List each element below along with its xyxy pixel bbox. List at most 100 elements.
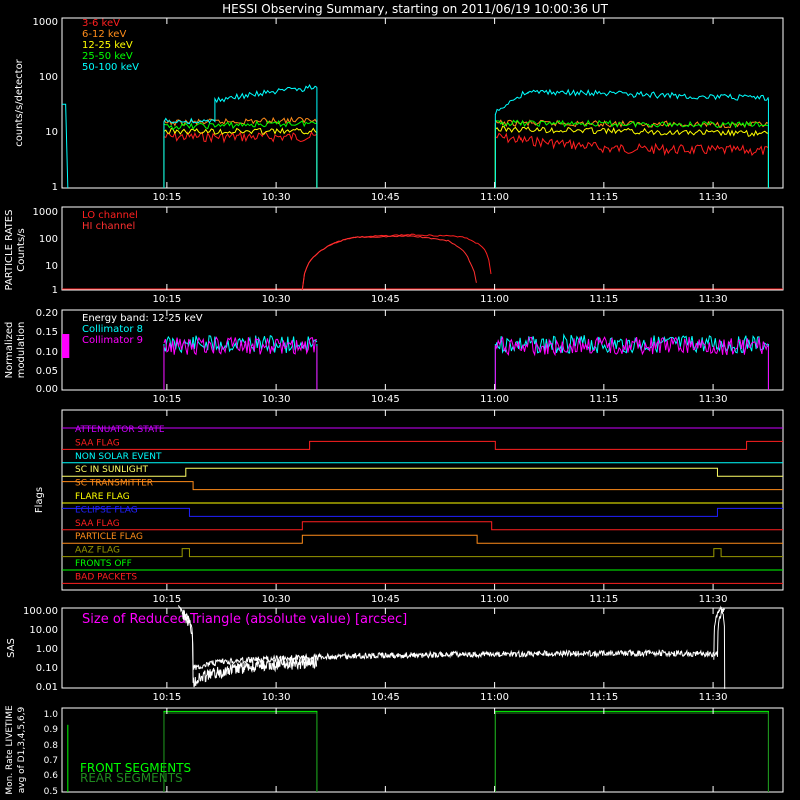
particle-frame xyxy=(61,206,784,291)
time-tick-label: 10:15 xyxy=(152,394,181,405)
time-tick-label: 10:45 xyxy=(371,394,400,405)
flags-panel: Flags ATTENUATOR STATE SAA FLAG NON SOLAR … xyxy=(34,409,784,591)
particle-series-line xyxy=(301,233,492,290)
particle-ytick-0: 1000 xyxy=(33,207,58,218)
particle-ylabel-2: Counts/s xyxy=(16,228,27,272)
rates-series-line xyxy=(494,88,769,115)
rates-legend-1: 6-12 keV xyxy=(82,29,126,40)
time-tick-label: 11:15 xyxy=(589,192,618,203)
sas-panel: SAS 100.00 10.00 1.00 0.10 0.01 Size of … xyxy=(6,605,784,693)
livetime-ylabel-1: Mon. Rate LIVETIME xyxy=(5,705,15,795)
livetime-series-line xyxy=(163,710,318,792)
time-tick-label: 10:15 xyxy=(152,594,181,605)
rates-frame xyxy=(61,17,784,189)
livetime-ytick-1: 0.9 xyxy=(44,725,59,735)
livetime-panel: Mon. Rate LIVETIME avg of D1,3,4,5,6,9 1… xyxy=(5,705,784,797)
flag-labels: ATTENUATOR STATE SAA FLAG NON SOLAR EVENT S… xyxy=(75,425,165,582)
time-tick-label: 11:00 xyxy=(480,192,509,203)
rates-legend-0: 3-6 keV xyxy=(82,18,120,29)
flag-line xyxy=(62,548,783,558)
rates-panel: counts/s/detector 1000 100 10 1 3-6 keV … xyxy=(14,17,784,193)
livetime-series-line xyxy=(163,712,318,792)
particle-legend-1: HI channel xyxy=(82,221,135,232)
flag-label: NON SOLAR EVENT xyxy=(75,452,162,462)
sas-ylabel: SAS xyxy=(6,638,17,658)
modulation-legend-1: Collimator 8 xyxy=(82,324,143,335)
flag-label: SC IN SUNLIGHT xyxy=(75,465,149,475)
modulation-ytick-1: 0.15 xyxy=(36,327,58,338)
particle-panel: PARTICLE RATES Counts/s 1000 100 10 1 LO… xyxy=(4,206,784,296)
rates-ytick-1: 100 xyxy=(39,72,58,83)
time-tick-label: 11:30 xyxy=(699,692,728,703)
livetime-ylabel-2: avg of D1,3,4,5,6,9 xyxy=(17,706,27,793)
particle-ylabel-1: PARTICLE RATES xyxy=(4,210,15,291)
modulation-series xyxy=(62,333,769,390)
chart-title: HESSI Observing Summary, starting on 201… xyxy=(222,2,608,16)
flags-frame xyxy=(61,409,784,591)
rates-legend-3: 25-50 keV xyxy=(82,51,133,62)
particle-ytick-1: 100 xyxy=(39,234,58,245)
hessi-summary-chart: HESSI Observing Summary, starting on 201… xyxy=(4,2,784,797)
modulation-ytick-4: 0.00 xyxy=(36,384,58,395)
time-tick-label: 11:00 xyxy=(480,594,509,605)
time-tick-label: 11:30 xyxy=(699,394,728,405)
time-tick-label: 10:15 xyxy=(152,692,181,703)
flag-line xyxy=(62,534,783,544)
flag-line xyxy=(62,481,783,491)
livetime-legend-1: REAR SEGMENTS xyxy=(80,771,183,785)
time-tick-label: 11:15 xyxy=(589,692,618,703)
flag-line xyxy=(62,467,783,477)
time-tick-label: 10:30 xyxy=(262,294,291,305)
sas-ytick-4: 0.01 xyxy=(36,682,58,693)
particle-series xyxy=(62,233,783,291)
livetime-ytick-0: 1.0 xyxy=(44,710,59,720)
flag-label: ECLIPSE FLAG xyxy=(75,505,138,515)
modulation-ylabel-1: Normalized xyxy=(4,322,15,379)
time-tick-label: 10:30 xyxy=(262,594,291,605)
flag-label: SAA FLAG xyxy=(75,438,120,448)
rates-series-line xyxy=(495,132,769,157)
time-axis-ticks: 10:15 10:15 10:15 10:15 10:15 10:30 10:30 10:30… xyxy=(152,18,727,792)
flag-label: PARTICLE FLAG xyxy=(75,532,143,542)
sas-ytick-3: 0.10 xyxy=(36,663,58,674)
flag-lines xyxy=(62,427,783,584)
flag-label: FLARE FLAG xyxy=(75,492,130,502)
particle-ytick-3: 1 xyxy=(52,285,58,296)
rates-series xyxy=(62,84,769,189)
flag-label: BAD PACKETS xyxy=(75,572,137,582)
modulation-legend-0: Energy band: 12-25 keV xyxy=(82,313,203,324)
modulation-legend-2: Collimator 9 xyxy=(82,335,143,346)
modulation-ytick-2: 0.10 xyxy=(36,347,58,358)
flag-line xyxy=(62,440,783,450)
time-tick-label: 11:00 xyxy=(480,692,509,703)
time-tick-label: 11:00 xyxy=(480,294,509,305)
time-tick-label: 11:30 xyxy=(699,594,728,605)
particle-legend-0: LO channel xyxy=(82,210,138,221)
rates-ytick-2: 10 xyxy=(45,127,58,138)
flag-label: AAZ FLAG xyxy=(75,546,120,556)
time-tick-label: 11:00 xyxy=(480,394,509,405)
modulation-ytick-0: 0.20 xyxy=(36,308,58,319)
livetime-series-line xyxy=(494,712,769,792)
livetime-ytick-3: 0.7 xyxy=(44,756,58,766)
time-tick-label: 11:15 xyxy=(589,394,618,405)
rates-series-line xyxy=(494,125,769,137)
time-tick-label: 10:45 xyxy=(371,692,400,703)
particle-ytick-2: 10 xyxy=(45,261,58,272)
sas-label: Size of Reduced Triangle (absolute value… xyxy=(82,612,407,627)
time-tick-label: 10:30 xyxy=(262,192,291,203)
sas-ytick-2: 1.00 xyxy=(36,644,58,655)
flag-label: ATTENUATOR STATE xyxy=(75,425,165,435)
modulation-start-block xyxy=(62,334,70,358)
rates-series-line xyxy=(163,84,318,125)
modulation-ytick-3: 0.05 xyxy=(36,366,58,377)
rates-legend-4: 50-100 keV xyxy=(82,62,139,73)
livetime-series-line xyxy=(494,710,769,792)
rates-legend-2: 12-25 keV xyxy=(82,40,133,51)
livetime-ytick-4: 0.6 xyxy=(44,771,59,781)
rates-ytick-0: 1000 xyxy=(33,17,58,28)
time-tick-label: 10:45 xyxy=(371,192,400,203)
flags-ylabel: Flags xyxy=(34,487,45,513)
time-tick-label: 10:30 xyxy=(262,692,291,703)
sas-ytick-1: 10.00 xyxy=(29,625,58,636)
